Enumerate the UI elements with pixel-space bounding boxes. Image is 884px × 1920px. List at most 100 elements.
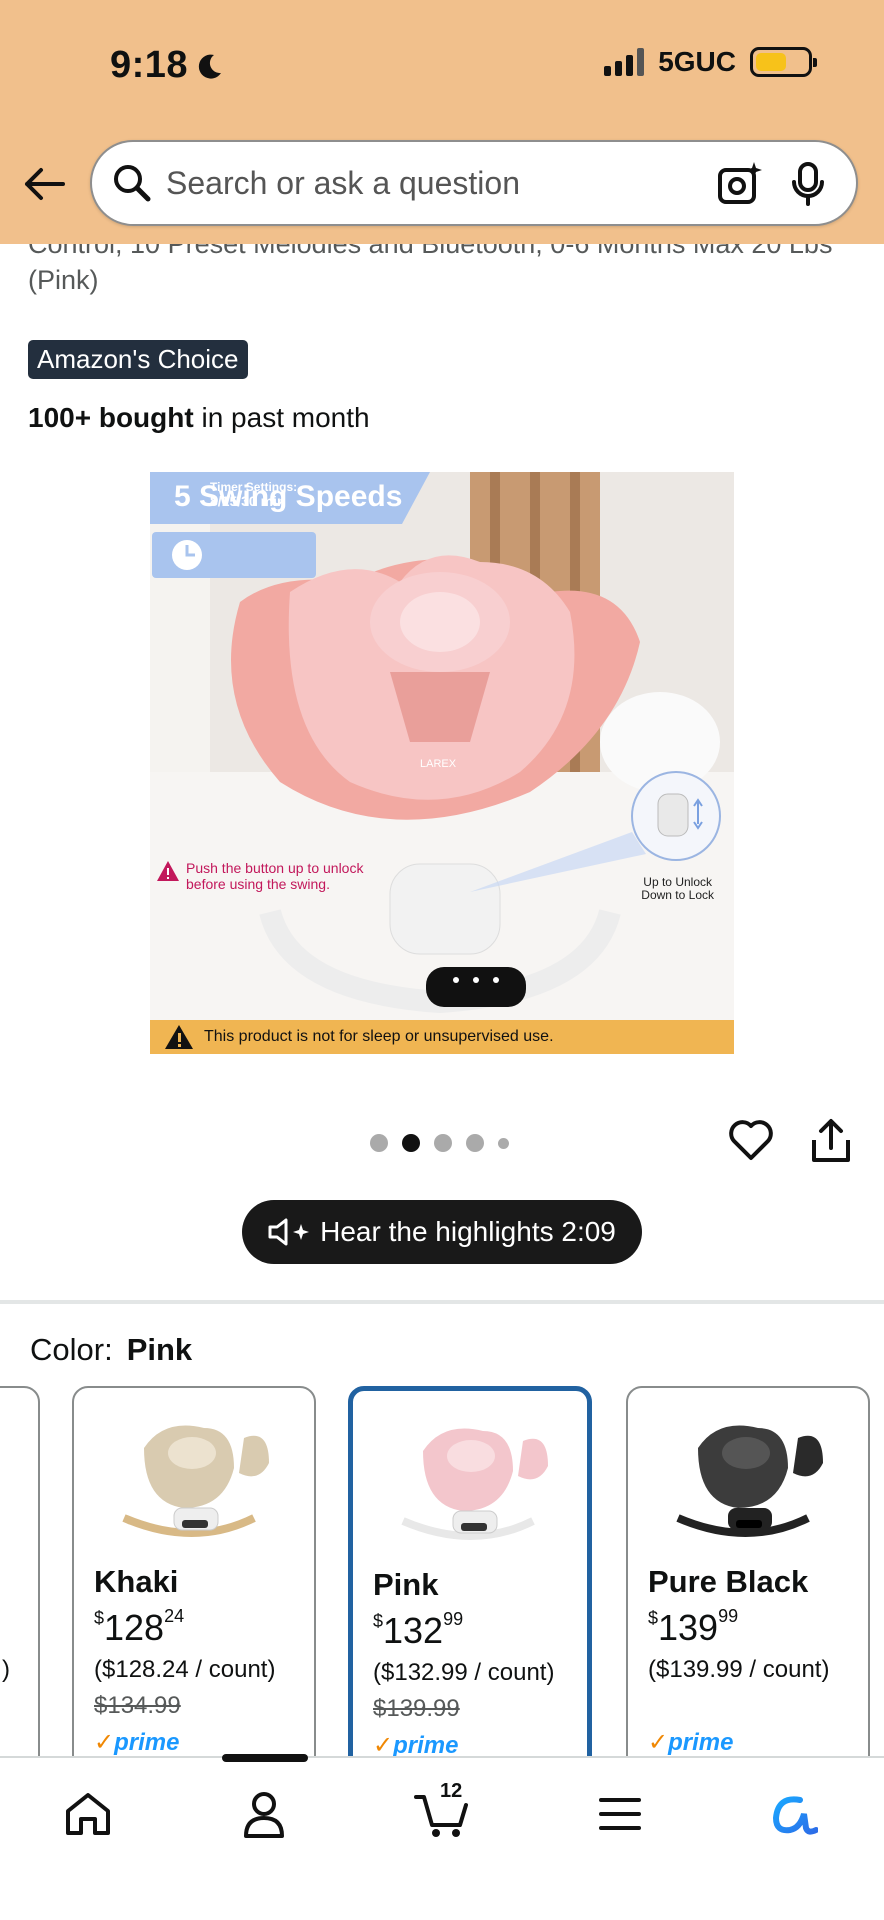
variant-price: $12824	[94, 1606, 184, 1649]
carousel-dot[interactable]	[370, 1134, 388, 1152]
moon-icon	[198, 54, 222, 79]
variant-currency: $	[373, 1611, 384, 1631]
lock-line-2: Down to Lock	[641, 888, 714, 902]
heart-icon	[729, 1120, 773, 1160]
variant-unit-price: ($132.99 / count)	[373, 1659, 555, 1686]
prime-label: prime	[668, 1729, 734, 1756]
carousel-dot[interactable]	[466, 1134, 484, 1152]
signal-icon	[604, 48, 645, 76]
search-input[interactable]	[166, 164, 696, 202]
tab-account[interactable]	[234, 1784, 294, 1844]
bought-count-rest: in past month	[193, 402, 370, 433]
timer-line-1: Timer Settings:	[210, 480, 298, 494]
person-icon	[244, 1792, 284, 1838]
status-time: 9:18	[110, 44, 224, 87]
active-tab-indicator	[222, 1754, 308, 1762]
prime-label: prime	[393, 1732, 459, 1756]
color-label-text: Color:	[30, 1332, 113, 1367]
variant-name: Khaki	[94, 1564, 179, 1599]
carousel-dot-active[interactable]	[402, 1134, 420, 1152]
battery-icon	[750, 47, 817, 77]
variant-price-whole: 128	[104, 1607, 165, 1648]
menu-icon	[599, 1798, 641, 1830]
unlock-warning: Push the button up to unlock before usin…	[156, 860, 386, 892]
variant-unit-price: ($128.24 / count)	[94, 1656, 276, 1683]
variant-thumbnail	[676, 1425, 823, 1537]
lock-label: Up to Unlock Down to Lock	[641, 876, 714, 902]
unlock-warning-text: Push the button up to unlock before usin…	[186, 860, 364, 892]
variant-unit-price: ($139.99 / count)	[648, 1656, 830, 1683]
clock-text: 9:18	[110, 44, 189, 86]
bought-count: 100+ bought in past month	[28, 402, 370, 434]
search-icon	[114, 165, 151, 202]
variant-price-fraction: 99	[443, 1609, 464, 1629]
product-image[interactable]: LAREX 5 Swing Speeds Timer Settings: 8/15…	[150, 472, 734, 1054]
speaker-sparkle-icon	[268, 1218, 310, 1246]
network-label: 5GUC	[658, 46, 736, 77]
share-icon	[812, 1119, 850, 1162]
tab-home[interactable]	[58, 1784, 118, 1844]
prime-check-icon: ✓	[648, 1729, 669, 1756]
rufus-assistant-icon	[772, 1796, 818, 1835]
carousel-dot[interactable]	[498, 1137, 509, 1149]
prime-check-icon: ✓	[373, 1732, 394, 1756]
prime-check-icon: ✓	[94, 1729, 115, 1756]
warning-icon	[165, 1025, 193, 1049]
variant-card-pink[interactable]: Pink $13299 ($132.99 / count) $139.99 ✓p…	[348, 1386, 592, 1756]
selected-color: Pink	[126, 1332, 193, 1367]
amazons-choice-badge[interactable]: Amazon's Choice	[28, 340, 248, 379]
add-to-wishlist-button[interactable]	[728, 1118, 774, 1162]
share-button[interactable]	[810, 1118, 852, 1164]
prime-badge: ✓prime	[94, 1728, 179, 1756]
tab-cart[interactable]: 12	[412, 1780, 472, 1844]
safety-footer-text: This product is not for sleep or unsuper…	[204, 1028, 554, 1045]
prime-badge: ✓prime	[373, 1731, 458, 1756]
variant-thumbnail	[401, 1428, 548, 1540]
microphone-icon	[792, 162, 824, 206]
timer-settings: Timer Settings: 8/15/30 min	[210, 480, 297, 508]
variant-unit: )	[2, 1656, 10, 1683]
camera-sparkle-icon	[718, 162, 762, 204]
timer-line-2: 8/15/30 min	[210, 493, 286, 509]
voice-search-button[interactable]	[788, 160, 832, 208]
clock-icon	[172, 540, 202, 570]
arrow-left-icon	[25, 168, 65, 200]
variant-currency: $	[94, 1608, 105, 1628]
prime-label: prime	[114, 1729, 180, 1756]
prime-badge: ✓prime	[648, 1728, 733, 1756]
variant-list-price: $134.99	[94, 1692, 181, 1719]
carousel-dots[interactable]	[370, 1134, 509, 1152]
variant-price-whole: 132	[383, 1610, 444, 1651]
tab-rufus-assistant[interactable]	[764, 1784, 824, 1844]
hear-highlights-label: Hear the highlights 2:09	[320, 1216, 616, 1247]
section-divider	[0, 1300, 884, 1304]
variant-card-khaki[interactable]: Khaki $12824 ($128.24 / count) $134.99 ✓…	[72, 1386, 316, 1756]
color-variants[interactable]: ) Khaki $12824 ($128.24 / count) $134.99…	[0, 1386, 884, 1756]
bought-count-bold: 100+ bought	[28, 402, 194, 433]
variant-price-whole: 139	[658, 1607, 719, 1648]
variant-thumbnail	[122, 1425, 269, 1537]
variant-price-fraction: 99	[718, 1606, 739, 1626]
variant-currency: $	[648, 1608, 659, 1628]
home-icon	[66, 1793, 110, 1835]
app-header: 9:18 5GUC	[0, 0, 884, 244]
variant-card-partial[interactable]: )	[0, 1386, 40, 1756]
status-indicators: 5GUC	[604, 46, 817, 78]
variant-price: $13999	[648, 1606, 738, 1649]
safety-footer: This product is not for sleep or unsuper…	[150, 1020, 734, 1054]
camera-search-button[interactable]	[716, 160, 764, 208]
tab-menu[interactable]	[590, 1784, 650, 1844]
search-bar[interactable]	[90, 140, 858, 226]
variant-name: Pink	[373, 1567, 439, 1602]
bottom-tab-bar: 12	[0, 1756, 884, 1920]
back-button[interactable]	[20, 160, 68, 208]
variant-list-price: $139.99	[373, 1695, 460, 1722]
variant-price-fraction: 24	[164, 1606, 185, 1626]
color-label: Color: Pink	[30, 1332, 192, 1368]
cart-count-badge: 12	[440, 1780, 463, 1802]
variant-card-pure-black[interactable]: Pure Black $13999 ($139.99 / count) ✓pri…	[626, 1386, 870, 1756]
variant-name: Pure Black	[648, 1564, 809, 1599]
carousel-dot[interactable]	[434, 1134, 452, 1152]
brand-mark: LAREX	[420, 758, 457, 770]
hear-highlights-button[interactable]: Hear the highlights 2:09	[242, 1200, 642, 1264]
